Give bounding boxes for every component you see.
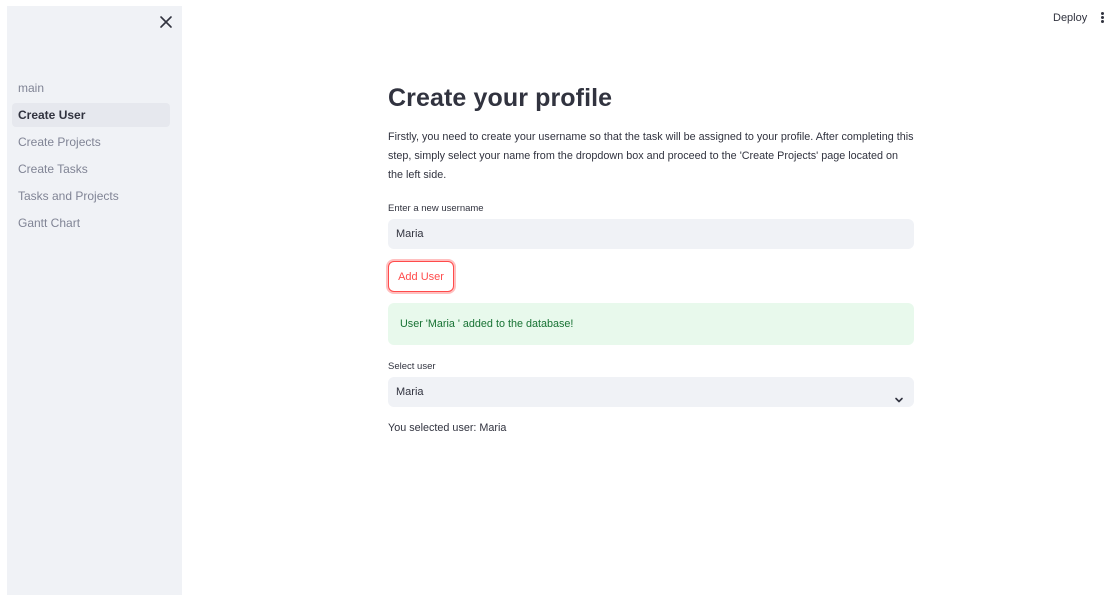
menu-dot <box>1100 16 1104 19</box>
close-icon[interactable] <box>157 13 175 31</box>
success-alert: User 'Maria ' added to the database! <box>388 303 914 345</box>
intro-paragraph: Firstly, you need to create your usernam… <box>388 131 914 181</box>
sidebar-nav: main Create User Create Projects Create … <box>12 76 170 238</box>
page-title: Create your profile <box>388 84 613 112</box>
deploy-button[interactable]: Deploy <box>1053 12 1087 24</box>
sidebar: main Create User Create Projects Create … <box>7 6 182 595</box>
user-select[interactable]: Maria <box>388 377 914 407</box>
more-vertical-icon[interactable] <box>1098 12 1106 26</box>
chevron-down-icon <box>894 387 904 403</box>
selected-user-text: You selected user: Maria <box>388 422 507 434</box>
sidebar-item-create-tasks[interactable]: Create Tasks <box>12 157 170 181</box>
username-input[interactable] <box>388 219 914 249</box>
menu-dot <box>1100 20 1104 23</box>
select-user-label: Select user <box>388 361 436 372</box>
sidebar-item-create-user[interactable]: Create User <box>12 103 170 127</box>
menu-dot <box>1100 12 1104 15</box>
sidebar-item-main[interactable]: main <box>12 76 170 100</box>
sidebar-item-tasks-and-projects[interactable]: Tasks and Projects <box>12 184 170 208</box>
sidebar-item-gantt-chart[interactable]: Gantt Chart <box>12 211 170 235</box>
user-select-value: Maria <box>396 386 424 398</box>
add-user-button[interactable]: Add User <box>388 261 454 292</box>
app-root: main Create User Create Projects Create … <box>0 0 1113 595</box>
username-field-label: Enter a new username <box>388 203 484 214</box>
sidebar-item-create-projects[interactable]: Create Projects <box>12 130 170 154</box>
